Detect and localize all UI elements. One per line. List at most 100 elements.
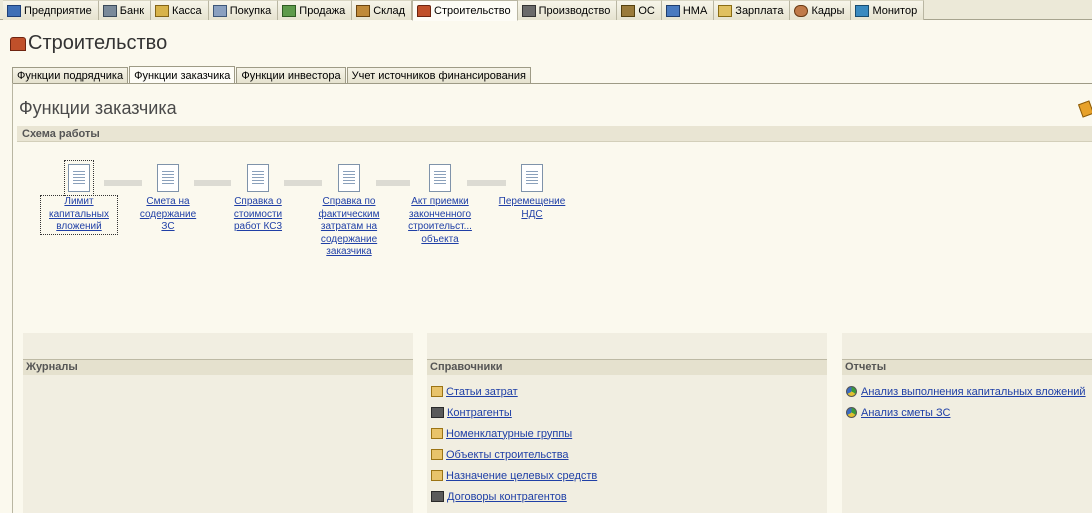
directory-link[interactable]: Контрагенты	[447, 407, 512, 419]
tab-divider	[12, 83, 1092, 84]
list-item[interactable]: Статьи затрат	[431, 381, 597, 402]
tab-label: Касса	[172, 4, 202, 17]
payroll-icon	[718, 4, 733, 17]
workflow-step-acceptance-act[interactable]: Акт приемки законченного строительст... …	[400, 164, 480, 246]
directory-link[interactable]: Договоры контрагентов	[447, 491, 567, 503]
report-link[interactable]: Анализ выполнения капитальных вложений	[861, 386, 1086, 398]
tab-payroll[interactable]: Зарплата	[714, 0, 791, 20]
tab-label: Покупка	[229, 4, 272, 17]
pie-chart-icon	[846, 407, 857, 418]
tab-staff[interactable]: Кадры	[790, 0, 852, 20]
tab-bank[interactable]: Банк	[98, 0, 152, 20]
purchase-icon	[212, 4, 227, 17]
workflow-step-ks3-certificate[interactable]: Справка о стоимости работ КС3	[224, 164, 292, 234]
tab-label: Строительство	[434, 4, 511, 17]
construction-icon	[10, 36, 26, 51]
document-icon	[157, 164, 179, 192]
pencil-icon[interactable]	[1077, 100, 1092, 118]
page-title-text: Строительство	[28, 32, 168, 54]
workflow-step-estimate[interactable]: Смета на содержание ЗС	[132, 164, 204, 234]
directories-header: Справочники	[427, 359, 827, 375]
directory-link[interactable]: Статьи затрат	[446, 386, 518, 398]
document-icon	[521, 164, 543, 192]
production-icon	[521, 4, 536, 17]
tab-label: Предприятие	[24, 4, 92, 17]
tab-label: Продажа	[299, 4, 346, 17]
cash-icon	[155, 4, 170, 17]
workflow-header: Схема работы	[17, 126, 1092, 142]
tab-label: НМА	[682, 4, 708, 17]
directories-panel: Справочники Статьи затрат Контрагенты Но…	[427, 333, 827, 513]
tab-intangible-assets[interactable]: НМА	[661, 0, 715, 20]
workflow-step-actual-costs[interactable]: Справка по фактическим затратам на содер…	[311, 164, 387, 259]
book-icon	[431, 386, 443, 397]
tab-label: Кадры	[811, 4, 845, 17]
monitor-icon	[855, 4, 870, 17]
pie-chart-icon	[846, 386, 857, 397]
tab-construction[interactable]: Строительство	[412, 0, 518, 21]
journals-header: Журналы	[23, 359, 413, 375]
sale-icon	[282, 4, 297, 17]
tab-label: Производство	[538, 4, 611, 17]
tab-sale[interactable]: Продажа	[278, 0, 353, 20]
tab-customer-functions[interactable]: Функции заказчика	[129, 66, 236, 84]
report-link[interactable]: Анализ сметы ЗС	[861, 407, 950, 419]
directory-link[interactable]: Номенклатурные группы	[446, 428, 572, 440]
book-icon	[431, 449, 443, 460]
tab-funding-sources[interactable]: Учет источников финансирования	[346, 67, 531, 84]
directory-link[interactable]: Назначение целевых средств	[446, 470, 597, 482]
tab-label: Склад	[373, 4, 406, 17]
enterprise-icon	[7, 4, 21, 17]
workflow-step-capital-limit[interactable]: Лимит капитальных вложений	[40, 160, 118, 235]
function-tab-bar: Функции подрядчика Функции заказчика Фун…	[12, 66, 532, 84]
workflow-step-link[interactable]: Смета на содержание ЗС	[132, 196, 204, 234]
document-icon	[338, 164, 360, 192]
list-item[interactable]: Контрагенты	[431, 402, 597, 423]
list-item[interactable]: Назначение целевых средств	[431, 465, 597, 486]
tab-contractor-functions[interactable]: Функции подрядчика	[12, 67, 129, 84]
journals-panel: Журналы	[23, 333, 413, 513]
tab-purchase[interactable]: Покупка	[208, 0, 279, 20]
tab-label: Монитор	[872, 4, 918, 17]
intangible-assets-icon	[665, 4, 680, 17]
tab-investor-functions[interactable]: Функции инвестора	[236, 67, 346, 84]
list-item[interactable]: Объекты строительства	[431, 444, 597, 465]
staff-icon	[794, 4, 809, 17]
book-icon	[431, 470, 443, 481]
bank-icon	[102, 4, 117, 17]
list-item[interactable]: Договоры контрагентов	[431, 486, 597, 507]
document-icon	[247, 164, 269, 192]
tab-production[interactable]: Производство	[517, 0, 618, 20]
section-tab-bar: Предприятие Банк Касса Покупка Продажа С…	[0, 0, 1092, 21]
list-item[interactable]: Анализ сметы ЗС	[846, 402, 1086, 423]
tab-fixed-assets[interactable]: ОС	[617, 0, 662, 20]
tab-enterprise[interactable]: Предприятие	[3, 0, 99, 20]
briefcase-icon	[431, 407, 444, 418]
briefcase-icon	[431, 491, 444, 502]
document-icon	[429, 164, 451, 192]
workflow-step-link[interactable]: Справка по фактическим затратам на содер…	[311, 196, 387, 259]
reports-panel: Отчеты Анализ выполнения капитальных вло…	[842, 333, 1092, 513]
warehouse-icon	[356, 4, 371, 17]
tab-label: Зарплата	[735, 4, 784, 17]
workflow-step-link[interactable]: Перемещение НДС	[492, 196, 572, 221]
workflow-step-link[interactable]: Лимит капитальных вложений	[40, 195, 118, 235]
section-title: Функции заказчика	[19, 98, 177, 118]
tab-label: Банк	[119, 4, 145, 17]
list-item[interactable]: Анализ выполнения капитальных вложений	[846, 381, 1086, 402]
page-title: Строительство	[10, 32, 167, 55]
book-icon	[431, 428, 443, 439]
tab-label: ОС	[638, 4, 655, 17]
tab-cash[interactable]: Касса	[151, 0, 209, 20]
tab-monitor[interactable]: Монитор	[851, 0, 925, 20]
tab-warehouse[interactable]: Склад	[352, 0, 413, 20]
construction-icon	[417, 4, 432, 17]
document-icon	[64, 160, 94, 196]
reports-header: Отчеты	[842, 359, 1092, 375]
directory-link[interactable]: Объекты строительства	[446, 449, 569, 461]
workflow-step-link[interactable]: Акт приемки законченного строительст... …	[400, 196, 480, 246]
workflow-step-vat-transfer[interactable]: Перемещение НДС	[492, 164, 572, 221]
list-item[interactable]: Номенклатурные группы	[431, 423, 597, 444]
content-border	[12, 83, 13, 513]
workflow-step-link[interactable]: Справка о стоимости работ КС3	[224, 196, 292, 234]
